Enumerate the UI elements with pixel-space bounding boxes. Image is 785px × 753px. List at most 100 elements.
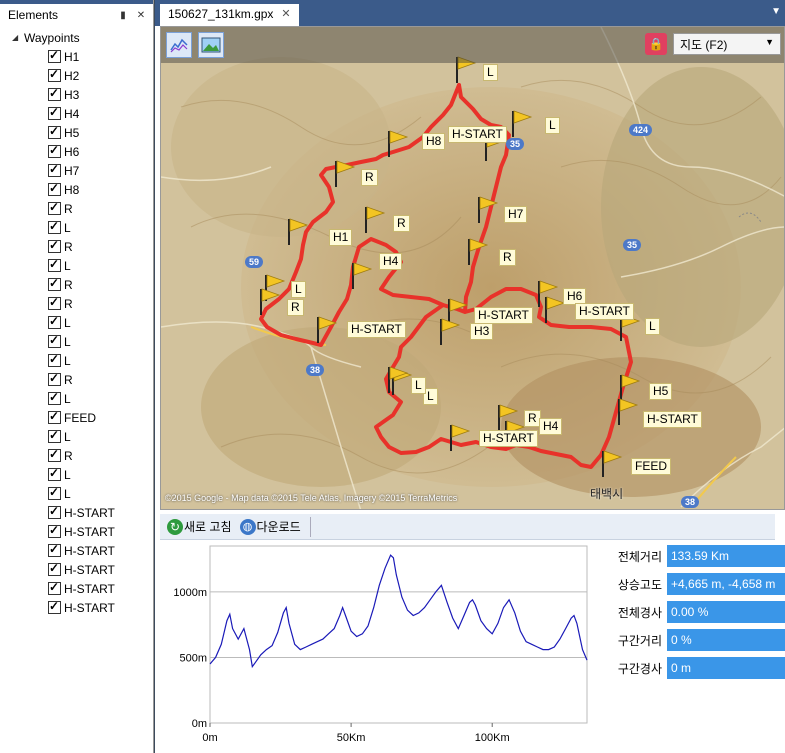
waypoint-item[interactable]: H6 [0,142,153,161]
waypoint-item[interactable]: H-START [0,541,153,560]
map-waypoint-tag[interactable]: R [393,215,410,232]
map-view[interactable]: L L H-START H8 R R H7 H1 H4 R H6 H-START… [160,26,785,510]
flag-icon[interactable] [365,206,386,233]
waypoint-item[interactable]: L [0,351,153,370]
map-waypoint-tag[interactable]: H-START [643,411,702,428]
flag-icon[interactable] [545,296,566,323]
waypoint-item[interactable]: R [0,199,153,218]
waypoint-item[interactable]: L [0,218,153,237]
waypoint-checkbox[interactable] [48,447,61,462]
flag-icon[interactable] [440,318,461,345]
waypoint-checkbox[interactable] [48,238,61,253]
waypoint-checkbox[interactable] [48,200,61,215]
refresh-button[interactable]: ↻ 새로 고침 [164,518,235,535]
waypoint-item[interactable]: H-START [0,560,153,579]
tab-menu-icon[interactable]: ▼ [771,6,781,17]
waypoint-item[interactable]: R [0,370,153,389]
waypoint-item[interactable]: H1 [0,47,153,66]
waypoint-item[interactable]: H-START [0,522,153,541]
map-waypoint-tag[interactable]: L [411,377,426,394]
map-waypoint-tag[interactable]: R [499,249,516,266]
tree-root-waypoints[interactable]: ◢ Waypoints [0,28,153,47]
waypoint-checkbox[interactable] [48,162,61,177]
waypoint-checkbox[interactable] [48,485,61,500]
waypoint-item[interactable]: L [0,256,153,275]
waypoint-item[interactable]: H2 [0,66,153,85]
map-waypoint-tag[interactable]: L [545,117,560,134]
map-waypoint-tag[interactable]: H7 [504,206,528,223]
close-icon[interactable]: ✕ [135,10,147,21]
elevation-chart[interactable]: 0m 500m 1000m 0m 50Km 100Km [155,540,595,753]
map-waypoint-tag[interactable]: L [645,318,660,335]
waypoint-item[interactable]: R [0,294,153,313]
flag-icon[interactable] [450,424,471,451]
waypoint-checkbox[interactable] [48,371,61,386]
waypoint-checkbox[interactable] [48,219,61,234]
waypoint-checkbox[interactable] [48,295,61,310]
map-waypoint-tag[interactable]: H4 [379,253,403,270]
waypoint-checkbox[interactable] [48,143,61,158]
waypoint-checkbox[interactable] [48,542,61,557]
image-view-button[interactable] [198,32,224,58]
map-waypoint-tag[interactable]: H3 [470,323,494,340]
waypoint-checkbox[interactable] [48,67,61,82]
waypoint-item[interactable]: R [0,275,153,294]
elements-panel-tab[interactable]: Elements ▮ ✕ [0,4,153,24]
document-tab[interactable]: 150627_131km.gpx ✕ [160,4,299,26]
map-waypoint-tag[interactable]: H-START [347,321,406,338]
map-waypoint-tag[interactable]: L [483,64,498,81]
map-waypoint-tag[interactable]: FEED [631,458,672,475]
waypoint-checkbox[interactable] [48,314,61,329]
waypoint-checkbox[interactable] [48,333,61,348]
map-waypoint-tag[interactable]: H8 [422,133,446,150]
waypoint-checkbox[interactable] [48,124,61,139]
map-type-select[interactable]: 지도 (F2) ▼ [673,33,781,55]
waypoint-item[interactable]: H4 [0,104,153,123]
flag-icon[interactable] [352,262,373,289]
flag-icon[interactable] [512,110,533,137]
waypoint-item[interactable]: H5 [0,123,153,142]
waypoint-checkbox[interactable] [48,428,61,443]
waypoint-checkbox[interactable] [48,48,61,63]
waypoint-item[interactable]: H8 [0,180,153,199]
waypoint-item[interactable]: R [0,237,153,256]
waypoint-item[interactable]: H3 [0,85,153,104]
waypoint-item[interactable]: FEED [0,408,153,427]
map-waypoint-tag[interactable]: H-START [448,126,507,143]
waypoint-checkbox[interactable] [48,409,61,424]
waypoint-checkbox[interactable] [48,390,61,405]
waypoint-item[interactable]: L [0,313,153,332]
map-waypoint-tag[interactable]: R [287,299,304,316]
collapse-arrow-icon[interactable]: ◢ [12,33,24,42]
map-waypoint-tag[interactable]: L [291,281,306,298]
waypoint-checkbox[interactable] [48,504,61,519]
waypoint-checkbox[interactable] [48,105,61,120]
map-waypoint-tag[interactable]: H-START [575,303,634,320]
waypoint-checkbox[interactable] [48,181,61,196]
lock-icon[interactable]: 🔒 [645,33,667,55]
map-waypoint-tag[interactable]: H1 [329,229,353,246]
waypoint-checkbox[interactable] [48,276,61,291]
waypoint-item[interactable]: L [0,389,153,408]
pin-icon[interactable]: ▮ [117,10,129,21]
tab-close-icon[interactable]: ✕ [281,7,290,20]
waypoint-item[interactable]: R [0,446,153,465]
waypoint-item[interactable]: H-START [0,598,153,617]
download-button[interactable]: ◍ 다운로드 [237,518,304,535]
waypoint-item[interactable]: L [0,465,153,484]
waypoint-checkbox[interactable] [48,466,61,481]
profile-view-button[interactable] [166,32,192,58]
waypoint-checkbox[interactable] [48,257,61,272]
flag-icon[interactable] [602,450,623,477]
map-waypoint-tag[interactable]: R [361,169,378,186]
waypoint-checkbox[interactable] [48,86,61,101]
waypoint-checkbox[interactable] [48,580,61,595]
waypoint-item[interactable]: H-START [0,579,153,598]
waypoint-item[interactable]: H-START [0,503,153,522]
map-waypoint-tag[interactable]: H5 [649,383,673,400]
flag-icon[interactable] [618,398,639,425]
waypoint-item[interactable]: L [0,484,153,503]
waypoint-checkbox[interactable] [48,599,61,614]
waypoint-checkbox[interactable] [48,561,61,576]
waypoint-checkbox[interactable] [48,352,61,367]
